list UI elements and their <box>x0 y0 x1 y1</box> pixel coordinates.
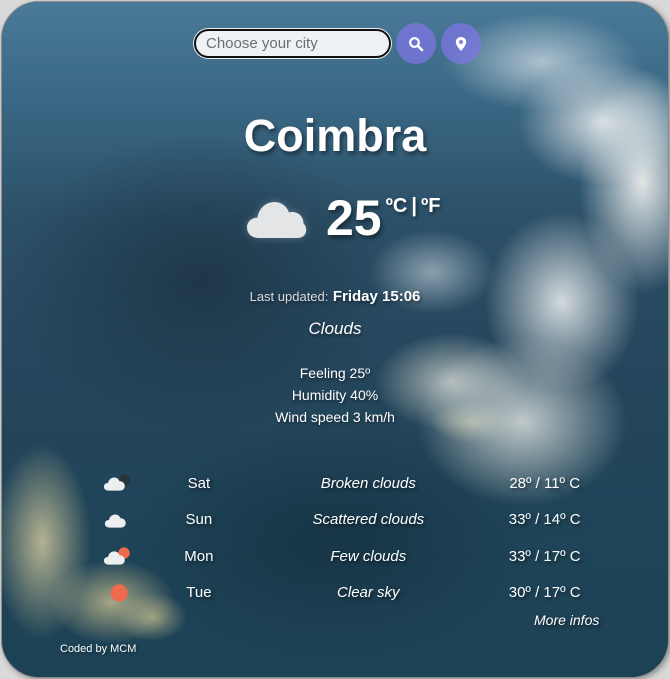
last-updated: Last updated: Friday 15:06 <box>2 288 668 306</box>
few-clouds-icon <box>103 547 130 565</box>
search-form <box>194 23 481 64</box>
current-weather: 25 ºC | ºF <box>245 192 441 244</box>
clear-sky-sun-icon <box>110 584 128 602</box>
last-updated-value: Friday 15:06 <box>332 288 421 305</box>
unit-toggle: ºC | ºF <box>386 195 441 218</box>
cloud-icon <box>247 202 307 238</box>
forecast-description: Broken clouds <box>320 474 416 492</box>
feels-like: Feeling 25º <box>299 365 371 381</box>
forecast-list: Sat Broken clouds 28º / 11º C Sun Scatte… <box>102 465 602 611</box>
forecast-row: Mon Few clouds 33º / 17º C <box>102 538 602 575</box>
forecast-temps: 33º / 14º C <box>508 511 581 529</box>
forecast-temps: 33º / 17º C <box>508 547 581 565</box>
last-updated-label: Last updated: <box>249 289 329 304</box>
celsius-toggle[interactable]: ºC <box>386 195 408 218</box>
city-name: Coimbra <box>243 110 427 161</box>
wind-speed: Wind speed 3 km/h <box>275 409 395 425</box>
footer-credit: Coded by MCM <box>60 643 137 655</box>
city-search-input[interactable] <box>194 29 391 58</box>
forecast-row: Sat Broken clouds 28º / 11º C <box>102 465 602 502</box>
search-button[interactable] <box>396 23 436 64</box>
forecast-row: Tue Clear sky 30º / 17º C <box>102 575 602 612</box>
broken-clouds-icon <box>103 474 131 491</box>
forecast-row: Sun Scattered clouds 33º / 14º C <box>102 502 602 539</box>
forecast-temps: 30º / 17º C <box>508 584 581 602</box>
forecast-description: Few clouds <box>330 547 407 565</box>
weather-details: Feeling 25º Humidity 40% Wind speed 3 km… <box>2 362 668 428</box>
weather-app: Coimbra 25 ºC | ºF Last updated: Friday … <box>1 1 669 678</box>
forecast-description: Clear sky <box>337 584 400 602</box>
scattered-clouds-icon <box>104 514 126 528</box>
weather-description: Clouds <box>308 319 362 338</box>
forecast-temps: 28º / 11º C <box>509 474 581 492</box>
more-infos-link[interactable]: More infos <box>534 612 599 628</box>
current-location-button[interactable] <box>441 23 481 64</box>
humidity: Humidity 40% <box>291 387 379 403</box>
search-icon <box>409 36 424 51</box>
current-temperature: 25 <box>326 190 382 246</box>
unit-separator: | <box>411 195 417 217</box>
forecast-description: Scattered clouds <box>312 511 425 529</box>
location-pin-icon <box>455 36 467 51</box>
fahrenheit-toggle[interactable]: ºF <box>421 195 441 218</box>
